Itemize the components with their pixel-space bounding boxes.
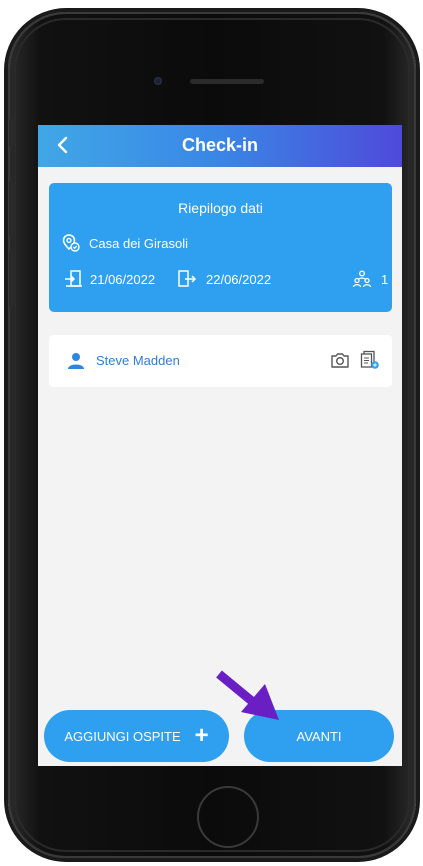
plus-icon: + [194,722,209,749]
guest-row[interactable]: Steve Madden [49,335,392,387]
checkout-date: 22/06/2022 [206,271,272,287]
checkout-row: 22/06/2022 [177,269,271,289]
home-button[interactable] [197,786,259,848]
volume-up-button [9,180,15,238]
checkin-date: 21/06/2022 [90,271,156,287]
summary-heading: Riepilogo dati [178,200,263,216]
checkout-door-icon [177,269,197,289]
earpiece-speaker [190,79,264,84]
location-pin-icon [61,233,81,253]
next-label: AVANTI [296,728,342,744]
page-title: Check-in [181,135,259,155]
person-icon [67,352,85,375]
property-name: Casa dei Girasoli [89,235,188,251]
property-row: Casa dei Girasoli [61,233,188,253]
checkin-row: 21/06/2022 [63,269,155,289]
checkin-door-icon [63,269,83,289]
guest-count-row: 1 [352,269,388,289]
camera-icon[interactable] [330,351,350,374]
annotation-arrow-icon [213,668,283,729]
guest-count: 1 [381,271,389,287]
add-guest-button[interactable]: AGGIUNGI OSPITE + [44,710,229,762]
add-guest-label: AGGIUNGI OSPITE [64,728,181,744]
front-camera [154,77,162,85]
guest-name: Steve Madden [96,353,180,368]
mute-switch [9,118,15,148]
document-icon[interactable] [359,350,381,375]
summary-card: Riepilogo dati Casa dei Girasoli 21/06/2… [49,183,392,312]
volume-down-button [9,250,15,308]
header-bar: Check-in [38,125,402,167]
people-group-icon [352,269,372,289]
